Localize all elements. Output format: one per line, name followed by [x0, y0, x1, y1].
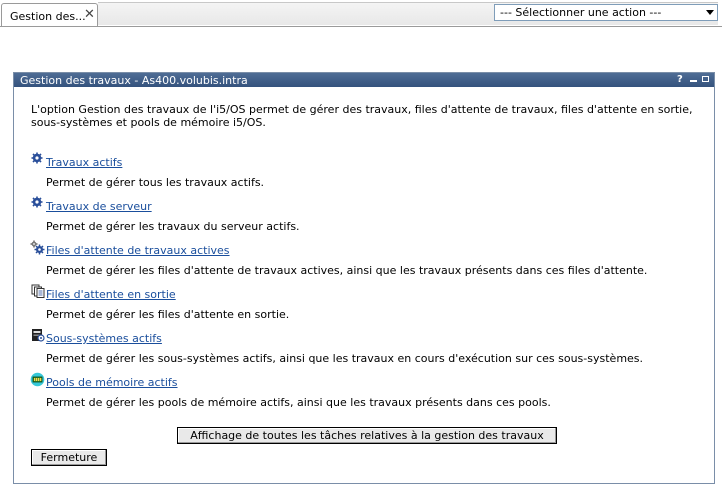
portlet-header: Gestion des travaux - As400.volubis.intr… [14, 73, 714, 87]
action-select[interactable]: --- Sélectionner une action --- [494, 4, 718, 21]
link-travaux-actifs[interactable]: Travaux actifs [46, 156, 122, 169]
link-sous-systemes-actifs[interactable]: Sous-systèmes actifs [46, 332, 162, 345]
action-select-value: --- Sélectionner une action --- [500, 6, 662, 19]
gear-icon [31, 152, 43, 164]
gears-icon [30, 240, 45, 255]
help-icon[interactable]: ? [677, 74, 683, 85]
memory-icon [30, 372, 45, 387]
pages-icon [31, 284, 45, 298]
server-icon [32, 329, 45, 342]
task-description: Permet de gérer les travaux du serveur a… [46, 220, 300, 233]
tab-label: Gestion des... [10, 10, 86, 23]
portlet-title: Gestion des travaux - As400.volubis.intr… [20, 74, 248, 87]
all-tasks-button[interactable]: Affichage de toutes les tâches relatives… [177, 427, 557, 444]
link-pools-memoire-actifs[interactable]: Pools de mémoire actifs [46, 376, 178, 389]
link-files-attente-travaux-actives[interactable]: Files d'attente de travaux actives [46, 244, 230, 257]
link-travaux-de-serveur[interactable]: Travaux de serveur [46, 200, 152, 213]
chevron-down-icon[interactable] [706, 10, 714, 15]
close-button[interactable]: Fermeture [31, 449, 107, 466]
close-icon[interactable]: ✕ [84, 7, 95, 22]
tab-gestion-des-travaux[interactable]: Gestion des... ✕ [1, 3, 98, 26]
maximize-icon[interactable] [702, 76, 709, 82]
task-description: Permet de gérer les files d'attente en s… [46, 308, 290, 321]
link-files-attente-en-sortie[interactable]: Files d'attente en sortie [46, 288, 176, 301]
gear-icon [31, 196, 43, 208]
task-description: Permet de gérer tous les travaux actifs. [46, 176, 265, 189]
minimize-icon[interactable] [690, 80, 697, 82]
intro-text: L'option Gestion des travaux de l'i5/OS … [31, 103, 693, 129]
tab-bar: Gestion des... ✕ --- Sélectionner une ac… [0, 0, 722, 27]
task-description: Permet de gérer les sous-systèmes actifs… [46, 352, 644, 365]
task-description: Permet de gérer les pools de mémoire act… [46, 396, 551, 409]
task-description: Permet de gérer les files d'attente de t… [46, 264, 648, 277]
portlet-gestion-des-travaux: Gestion des travaux - As400.volubis.intr… [13, 72, 715, 484]
